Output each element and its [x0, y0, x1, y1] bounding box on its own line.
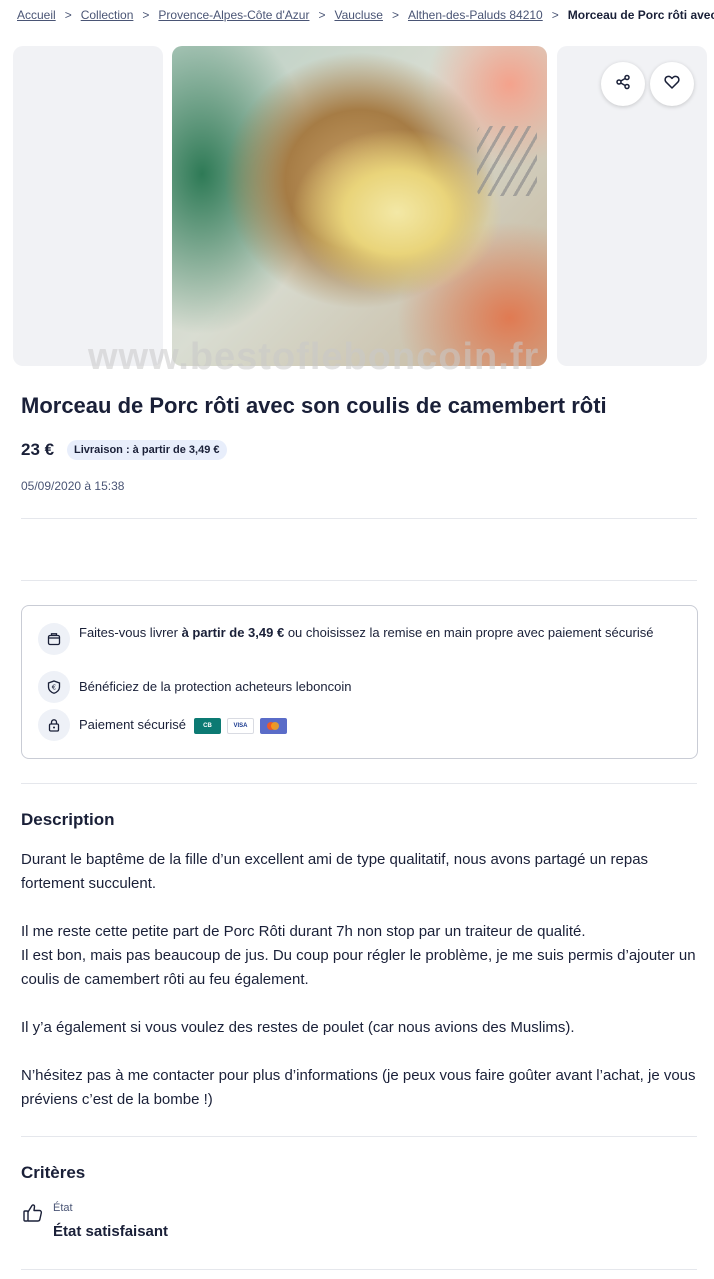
criteria-heading: Critères [21, 1163, 86, 1182]
breadcrumb-separator: > [318, 8, 326, 22]
heart-icon [664, 74, 680, 95]
divider [21, 580, 697, 581]
protection-info-text: Bénéficiez de la protection acheteurs le… [79, 679, 352, 694]
breadcrumb-separator: > [551, 8, 559, 22]
mastercard-card-icon [259, 718, 287, 734]
breadcrumb-link-region[interactable]: Provence-Alpes-Côte d'Azur [158, 8, 309, 22]
protection-info-row: € Bénéficiez de la protection acheteurs … [38, 671, 351, 703]
svg-text:€: € [52, 684, 56, 692]
delivery-badge: Livraison : à partir de 3,49 € [67, 440, 227, 460]
photo-gallery: www.bestofleboncoin.fr [0, 46, 714, 378]
ad-date: 05/09/2020 à 15:38 [21, 479, 125, 493]
description-body: Durant le baptême de la fille d’un excel… [21, 848, 697, 1112]
payment-info-row: Paiement sécurisé CB VISA [38, 709, 293, 741]
favorite-button[interactable] [650, 62, 694, 106]
divider [21, 783, 697, 784]
cb-card-icon: CB [193, 718, 221, 734]
purchase-info-box: Faites-vous livrer à partir de 3,49 € ou… [21, 605, 698, 759]
share-button[interactable] [601, 62, 645, 106]
description-heading: Description [21, 810, 115, 829]
payment-cards: CB VISA [193, 718, 293, 734]
divider [21, 1269, 697, 1270]
description-paragraph: Durant le baptême de la fille d’un excel… [21, 851, 649, 892]
criteria-value: État satisfaisant [53, 1223, 169, 1240]
listing-photo[interactable] [172, 46, 547, 366]
delivery-info-price: à partir de 3,49 € [181, 625, 285, 640]
delivery-info-row: Faites-vous livrer à partir de 3,49 € ou… [38, 623, 678, 655]
share-icon [615, 74, 631, 95]
ad-title: Morceau de Porc rôti avec son coulis de … [21, 393, 607, 418]
breadcrumb-link-accueil[interactable]: Accueil [17, 8, 56, 22]
breadcrumb-link-department[interactable]: Vaucluse [334, 8, 382, 22]
breadcrumb-link-collection[interactable]: Collection [81, 8, 134, 22]
gallery-prev-panel[interactable] [13, 46, 163, 366]
visa-card-icon: VISA [226, 718, 254, 734]
package-icon [38, 623, 70, 655]
description-paragraph: Il me reste cette petite part de Porc Rô… [21, 923, 586, 940]
breadcrumb-link-city[interactable]: Althen-des-Paluds 84210 [408, 8, 543, 22]
delivery-info-text: Faites-vous livrer à partir de 3,49 € ou… [79, 623, 653, 643]
description-paragraph: Il est bon, mais pas beaucoup de jus. Du… [21, 947, 696, 988]
ad-price: 23 € [21, 440, 55, 459]
breadcrumb-separator: > [142, 8, 150, 22]
thumbs-up-icon [21, 1201, 45, 1225]
description-paragraph: Il y’a également si vous voulez des rest… [21, 1019, 575, 1036]
criteria-label: État [53, 1202, 73, 1214]
payment-info-text: Paiement sécurisé [79, 717, 186, 732]
breadcrumb-current: Morceau de Porc rôti avec s [567, 8, 714, 22]
breadcrumb-separator: > [64, 8, 72, 22]
breadcrumb-separator: > [391, 8, 399, 22]
description-paragraph: N’hésitez pas à me contacter pour plus d… [21, 1067, 696, 1108]
delivery-info-text-start: Faites-vous livrer [79, 625, 182, 640]
watermark: www.bestofleboncoin.fr [88, 336, 540, 378]
lock-icon [38, 709, 70, 741]
shield-euro-icon: € [38, 671, 70, 703]
delivery-info-text-end: ou choisissez la remise en main propre a… [284, 625, 654, 640]
photo-detail [477, 126, 537, 196]
divider [21, 1136, 697, 1137]
breadcrumb: Accueil > Collection > Provence-Alpes-Côte d… [17, 6, 714, 24]
divider [21, 518, 697, 519]
